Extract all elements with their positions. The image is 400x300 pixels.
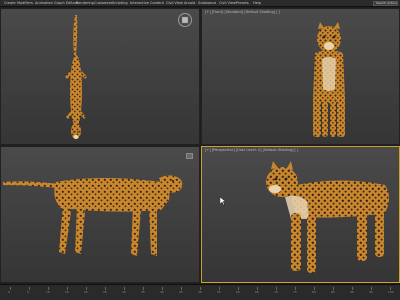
timeline-tick-label: 10	[46, 290, 50, 294]
leopard-perspective-view	[266, 161, 389, 273]
viewport-top[interactable]	[0, 8, 200, 145]
viewcube-icon[interactable]	[177, 12, 193, 28]
timeline-tick-label: 70	[274, 290, 278, 294]
menu-create[interactable]: Create	[4, 0, 16, 7]
menu-bar: Create Modifiers Animation Graph Editors…	[0, 0, 400, 7]
menu-scripting[interactable]: Scripting	[112, 0, 128, 7]
viewport-front[interactable]: [+] [Front] [Standard] [Default Shading]…	[201, 8, 400, 145]
timeline-tick-label: 85	[331, 290, 335, 294]
viewport-perspective[interactable]: [+] [Perspective] [User Level: 2] [Defau…	[201, 146, 400, 283]
search-actions-field[interactable]: Search Actions	[373, 1, 398, 6]
leopard-front-view	[313, 22, 345, 137]
leopard-top-view	[65, 15, 87, 139]
timeline-tick-label: 25	[103, 290, 107, 294]
timeline-tick-label: 45	[179, 290, 183, 294]
timeline-tick-label: 80	[312, 290, 316, 294]
menu-graph-editors[interactable]: Graph Editors	[54, 0, 78, 7]
timeline-tick	[29, 287, 30, 290]
menu-arnold[interactable]: Arnold	[184, 0, 195, 7]
menu-animation[interactable]: Animation	[35, 0, 53, 7]
timeline-tick-label: 75	[293, 290, 297, 294]
timeline-tick	[10, 287, 11, 290]
menu-interactive[interactable]: Interactive	[130, 0, 149, 7]
viewport-perspective-label: [+] [Perspective] [User Level: 2] [Defau…	[205, 148, 299, 152]
timeline-tick-label: 0	[8, 290, 10, 294]
timeline-tick-label: 95	[369, 290, 373, 294]
menu-civil-view[interactable]: Civil View	[166, 0, 183, 7]
timeline-bar[interactable]: 0 5 10 15 20 25 30 35 40 45 50 55 60 65 70 75 80 85 90 95 10…	[0, 284, 400, 300]
timeline-tick-label: 35	[141, 290, 145, 294]
timeline-tick-label: 5	[27, 290, 29, 294]
menu-rendering[interactable]: Rendering	[76, 0, 94, 7]
timeline-tick-label: 55	[217, 290, 221, 294]
timeline-tick-label: 90	[350, 290, 354, 294]
timeline-tick-label: 20	[84, 290, 88, 294]
leopard-side-view	[3, 175, 183, 256]
menu-modifiers[interactable]: Modifiers	[17, 0, 33, 7]
viewport-front-label: [+] [Front] [Standard] [Default Shading]…	[205, 10, 281, 14]
menu-customize[interactable]: Customize	[94, 0, 112, 7]
timeline-tick-label: 100	[388, 290, 394, 294]
timeline-tick-label: 15	[65, 290, 69, 294]
timeline-tick-label: 30	[122, 290, 126, 294]
mouse-cursor-icon	[220, 197, 226, 205]
menu-help[interactable]: Help	[253, 0, 261, 7]
viewport-left[interactable]	[0, 146, 200, 283]
timeline-tick-label: 50	[198, 290, 202, 294]
viewport-nav-icon[interactable]	[186, 153, 193, 159]
menu-presets[interactable]: Presets	[236, 0, 249, 7]
timeline-tick-label: 65	[255, 290, 259, 294]
menu-substance[interactable]: Substance	[198, 0, 216, 7]
menu-content[interactable]: Content	[150, 0, 164, 7]
timeline-tick-label: 40	[160, 290, 164, 294]
menu-civil-view-2[interactable]: Civil View	[219, 0, 236, 7]
timeline-tick-label: 60	[236, 290, 240, 294]
